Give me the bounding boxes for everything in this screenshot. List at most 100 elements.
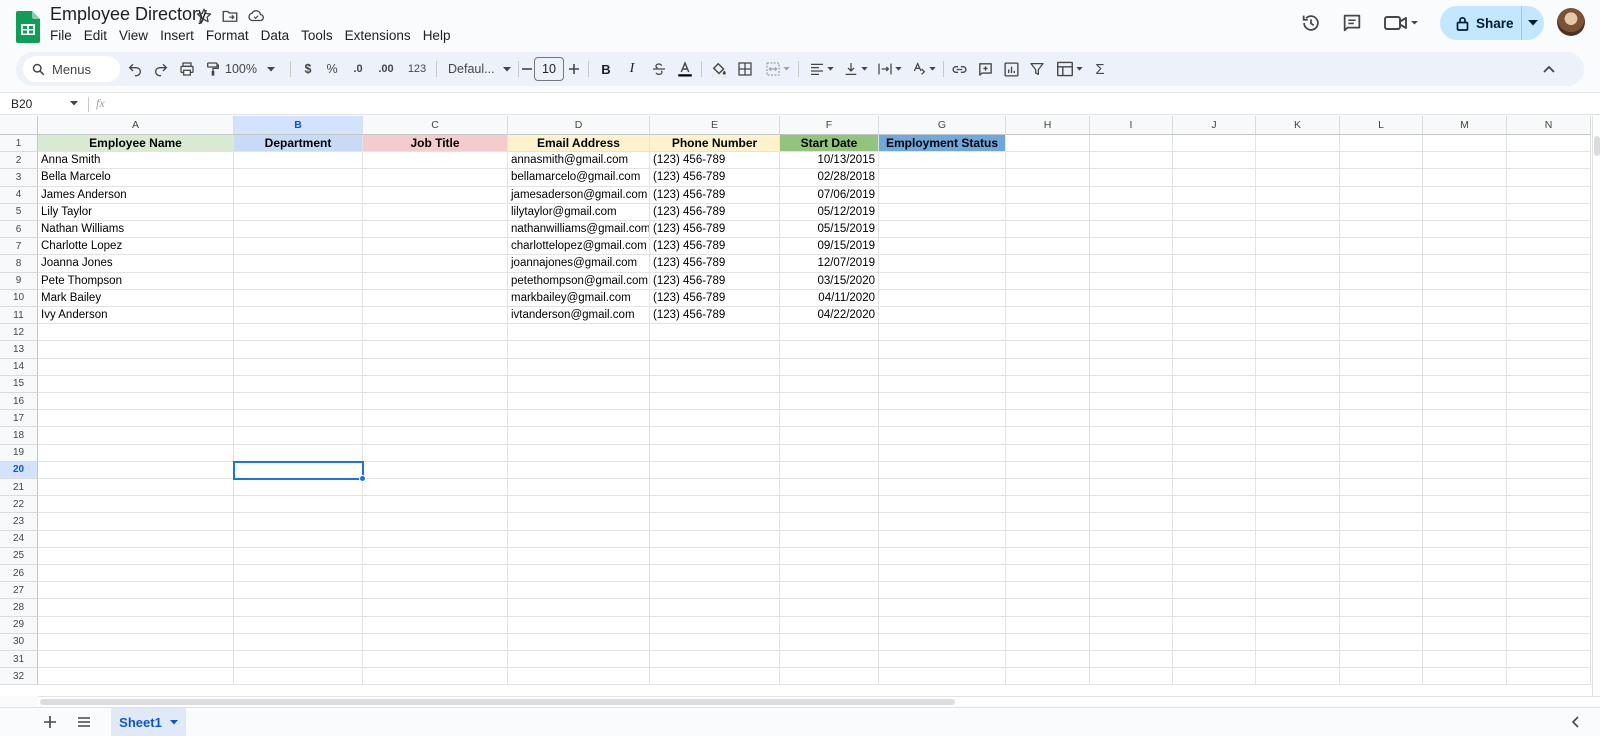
cell[interactable] (1256, 444, 1340, 462)
cell[interactable] (650, 513, 780, 531)
horizontal-align-icon[interactable] (806, 57, 836, 81)
percent-format-button[interactable]: % (323, 57, 341, 81)
cell[interactable] (879, 289, 1006, 307)
column-header-d[interactable]: D (508, 116, 650, 135)
collapse-toolbar-icon[interactable] (1538, 57, 1560, 81)
cell[interactable] (1173, 461, 1256, 479)
cell[interactable] (38, 582, 234, 600)
cell[interactable] (1507, 479, 1591, 497)
filter-views-icon[interactable] (1052, 57, 1086, 81)
cell[interactable] (780, 324, 879, 342)
decrease-decimal-button[interactable]: .0 (347, 57, 369, 81)
cell[interactable] (1090, 547, 1173, 565)
cell[interactable] (1423, 479, 1507, 497)
cell-name[interactable]: Nathan Williams (38, 221, 234, 239)
cell[interactable] (879, 393, 1006, 411)
cell[interactable] (650, 410, 780, 428)
cell[interactable] (1256, 221, 1340, 239)
cell-name[interactable]: Anna Smith (38, 152, 234, 170)
cell[interactable] (1423, 547, 1507, 565)
cell-phone[interactable]: (123) 456-789 (650, 272, 780, 290)
cell[interactable] (363, 358, 508, 376)
cell[interactable] (234, 255, 363, 273)
cell[interactable] (1090, 668, 1173, 686)
cell[interactable] (234, 599, 363, 617)
vertical-scroll-thumb[interactable] (1594, 136, 1600, 156)
cell[interactable] (1256, 410, 1340, 428)
cell[interactable] (879, 272, 1006, 290)
cell[interactable] (1256, 565, 1340, 583)
cell[interactable] (1507, 599, 1591, 617)
cell[interactable] (234, 203, 363, 221)
cell[interactable] (1090, 530, 1173, 548)
cell[interactable] (1423, 152, 1507, 170)
cell[interactable] (38, 341, 234, 359)
cell[interactable] (38, 410, 234, 428)
cell[interactable] (650, 565, 780, 583)
cell[interactable] (363, 272, 508, 290)
row-header-32[interactable]: 32 (0, 668, 38, 686)
cloud-saved-icon[interactable] (247, 7, 265, 25)
cell[interactable] (1256, 513, 1340, 531)
cell[interactable] (1006, 633, 1090, 651)
cell[interactable] (650, 324, 780, 342)
cell[interactable] (363, 393, 508, 411)
cell[interactable] (780, 444, 879, 462)
name-box-dropdown-icon[interactable] (70, 101, 78, 106)
cell[interactable] (650, 461, 780, 479)
header-cell-c[interactable]: Job Title (363, 135, 508, 153)
cell[interactable] (1340, 565, 1423, 583)
cell[interactable] (879, 461, 1006, 479)
cell[interactable] (1006, 272, 1090, 290)
cell[interactable] (1173, 565, 1256, 583)
cell[interactable] (650, 651, 780, 669)
text-rotation-icon[interactable] (908, 57, 938, 81)
row-header-30[interactable]: 30 (0, 633, 38, 651)
cell[interactable] (363, 547, 508, 565)
cell[interactable] (1006, 479, 1090, 497)
cell[interactable] (234, 479, 363, 497)
column-header-g[interactable]: G (879, 116, 1006, 135)
cell[interactable] (1006, 307, 1090, 325)
share-main[interactable]: Share (1440, 6, 1522, 40)
cell[interactable] (1006, 547, 1090, 565)
cell[interactable] (780, 358, 879, 376)
cell[interactable] (1507, 616, 1591, 634)
increase-font-size-icon[interactable] (567, 57, 581, 81)
cell[interactable] (1090, 565, 1173, 583)
menu-view[interactable]: View (113, 26, 154, 46)
cell-email[interactable]: jamesaderson@gmail.com (508, 186, 650, 204)
cell[interactable] (1090, 203, 1173, 221)
cell[interactable] (1006, 289, 1090, 307)
cell[interactable] (1090, 599, 1173, 617)
cell[interactable] (1090, 616, 1173, 634)
cell[interactable] (508, 479, 650, 497)
cell[interactable] (38, 427, 234, 445)
share-button[interactable]: Share (1440, 6, 1544, 40)
column-header-i[interactable]: I (1090, 116, 1173, 135)
cell[interactable] (879, 341, 1006, 359)
column-header-j[interactable]: J (1173, 116, 1256, 135)
cell-phone[interactable]: (123) 456-789 (650, 152, 780, 170)
cell[interactable] (38, 599, 234, 617)
cell[interactable] (1090, 513, 1173, 531)
cell[interactable] (1340, 221, 1423, 239)
cell[interactable] (1006, 513, 1090, 531)
cell[interactable] (1006, 461, 1090, 479)
cell[interactable] (508, 547, 650, 565)
cell[interactable] (38, 513, 234, 531)
cell[interactable] (780, 496, 879, 514)
cell[interactable] (1423, 169, 1507, 187)
cell[interactable] (650, 599, 780, 617)
column-header-b[interactable]: B (234, 116, 363, 135)
cell[interactable] (879, 152, 1006, 170)
cell[interactable] (780, 599, 879, 617)
cell[interactable] (1340, 238, 1423, 256)
meet-icon[interactable] (1384, 10, 1420, 36)
cell[interactable] (1173, 221, 1256, 239)
cell[interactable] (1423, 341, 1507, 359)
cell[interactable] (1173, 547, 1256, 565)
row-header-13[interactable]: 13 (0, 341, 38, 359)
cell[interactable] (1340, 410, 1423, 428)
cell[interactable] (1256, 203, 1340, 221)
